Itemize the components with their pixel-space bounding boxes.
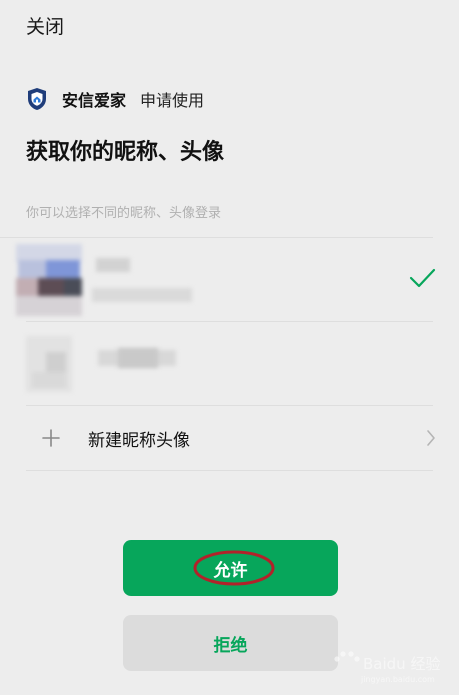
allow-button-label: 允许 (213, 560, 248, 581)
new-profile-label: 新建昵称头像 (88, 431, 190, 451)
app-info: 安信爱家 申请使用 (26, 86, 204, 112)
check-icon (409, 268, 436, 288)
nickname-blurred (118, 348, 158, 368)
permission-subtitle: 你可以选择不同的昵称、头像登录 (26, 206, 222, 221)
close-link[interactable]: 关闭 (26, 12, 64, 39)
allow-button[interactable]: 允许 (123, 540, 338, 596)
baidu-watermark: Baidu 经验 jingyan.baidu.com (334, 651, 440, 684)
svg-text:Baidu 经验: Baidu 经验 (363, 655, 440, 673)
divider (26, 470, 433, 471)
deny-button-label: 拒绝 (213, 635, 248, 656)
deny-button[interactable]: 拒绝 (123, 615, 338, 671)
avatar (16, 244, 82, 316)
plus-icon (42, 429, 60, 447)
nickname-blurred (96, 258, 130, 272)
profile-option-2[interactable] (0, 322, 459, 406)
avatar (16, 330, 82, 396)
shield-icon (28, 88, 46, 110)
profile-option-1[interactable] (0, 238, 459, 322)
app-request-text: 申请使用 (140, 91, 205, 110)
nickname-blurred (92, 288, 192, 302)
new-profile-button[interactable]: 新建昵称头像 (0, 406, 459, 470)
app-name: 安信爱家 (62, 91, 127, 110)
permission-title: 获取你的昵称、头像 (26, 140, 225, 165)
svg-text:jingyan.baidu.com: jingyan.baidu.com (360, 675, 435, 684)
chevron-right-icon (427, 430, 435, 446)
